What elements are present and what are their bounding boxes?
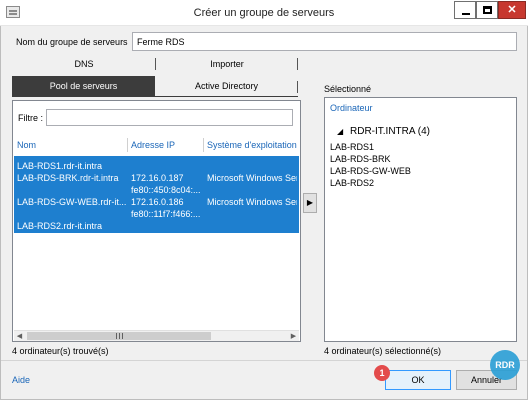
grip-icon bbox=[119, 333, 120, 339]
filter-input[interactable] bbox=[46, 109, 293, 126]
scroll-left-icon[interactable]: ◀ bbox=[14, 332, 25, 341]
list-item[interactable]: LAB-RDS-BRK bbox=[330, 154, 391, 164]
column-header-ip[interactable]: Adresse IP bbox=[131, 140, 203, 150]
found-status: 4 ordinateur(s) trouvé(s) bbox=[12, 346, 109, 356]
scroll-right-icon[interactable]: ▶ bbox=[288, 332, 299, 341]
table-cell-ip: 172.16.0.186 bbox=[131, 197, 184, 207]
filter-label: Filtre : bbox=[18, 113, 44, 123]
column-header-name[interactable]: Nom bbox=[17, 140, 127, 150]
tab-active-directory[interactable]: Active Directory bbox=[155, 76, 298, 97]
minimize-icon bbox=[462, 13, 470, 15]
scroll-thumb[interactable] bbox=[27, 332, 211, 340]
grip-icon bbox=[122, 333, 123, 339]
tab-underline bbox=[12, 96, 298, 97]
close-icon: ✕ bbox=[507, 4, 517, 16]
table-row[interactable]: LAB-RDS2.rdr-it.intra bbox=[17, 221, 129, 232]
column-header-os[interactable]: Système d'exploitation bbox=[207, 140, 297, 150]
selected-status: 4 ordinateur(s) sélectionné(s) bbox=[324, 346, 442, 356]
group-name-input[interactable] bbox=[132, 32, 517, 51]
table-cell-ipv6: fe80::450:8c04:... bbox=[131, 185, 201, 195]
footer-divider bbox=[1, 360, 527, 361]
table-cell-ipv6: fe80::11f7:f466:... bbox=[131, 209, 201, 219]
table-cell-ip: 172.16.0.187 bbox=[131, 173, 184, 183]
help-link[interactable]: Aide bbox=[12, 375, 30, 385]
table-row[interactable]: LAB-RDS-BRK.rdr-it.intra bbox=[17, 173, 129, 184]
list-item[interactable]: LAB-RDS-GW-WEB bbox=[330, 166, 411, 176]
list-item[interactable]: LAB-RDS2 bbox=[330, 178, 374, 188]
tab-divider bbox=[297, 58, 298, 70]
table-cell-os: Microsoft Windows Ser bbox=[207, 173, 297, 183]
rdr-logo: RDR bbox=[490, 350, 520, 380]
ok-button[interactable]: OK bbox=[385, 370, 451, 390]
table-cell-os: Microsoft Windows Ser bbox=[207, 197, 297, 207]
tab-divider bbox=[297, 81, 298, 93]
maximize-icon bbox=[483, 6, 492, 14]
step-number-badge: 1 bbox=[374, 365, 390, 381]
close-button[interactable]: ✕ bbox=[498, 1, 526, 19]
grip-icon bbox=[116, 333, 117, 339]
minimize-button[interactable] bbox=[454, 1, 476, 19]
collapse-triangle-icon[interactable]: ◢ bbox=[337, 127, 343, 136]
tab-import[interactable]: Importer bbox=[156, 54, 298, 75]
maximize-button[interactable] bbox=[476, 1, 498, 19]
domain-group[interactable]: RDR-IT.INTRA (4) bbox=[350, 126, 430, 137]
column-header-computer[interactable]: Ordinateur bbox=[330, 103, 373, 113]
tab-divider bbox=[155, 58, 156, 70]
column-divider[interactable] bbox=[127, 138, 128, 152]
window-title: Créer un groupe de serveurs bbox=[193, 7, 335, 19]
table-row[interactable]: LAB-RDS-GW-WEB.rdr-it... bbox=[17, 197, 129, 208]
horizontal-scrollbar[interactable]: ◀ ▶ bbox=[14, 330, 299, 341]
add-to-selection-button[interactable]: ▶ bbox=[303, 193, 317, 213]
tab-dns[interactable]: DNS bbox=[12, 54, 156, 75]
group-name-label: Nom du groupe de serveurs bbox=[16, 37, 128, 47]
tab-server-pool[interactable]: Pool de serveurs bbox=[12, 76, 155, 97]
table-row[interactable]: LAB-RDS1.rdr-it.intra bbox=[17, 161, 129, 172]
column-divider[interactable] bbox=[203, 138, 204, 152]
selected-label: Sélectionné bbox=[324, 84, 372, 94]
list-item[interactable]: LAB-RDS1 bbox=[330, 142, 374, 152]
